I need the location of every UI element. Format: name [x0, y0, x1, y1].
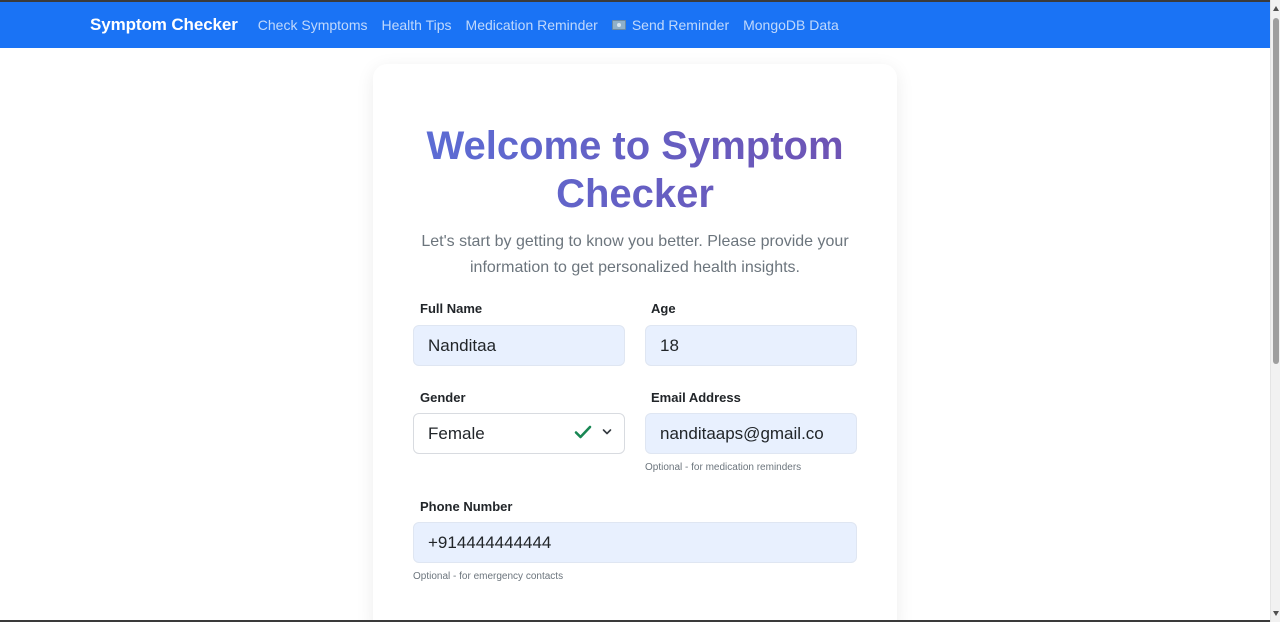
scroll-up-arrow-icon[interactable] — [1273, 6, 1279, 11]
phone-label: Phone Number — [420, 499, 513, 514]
full-name-label: Full Name — [420, 301, 483, 316]
nav-medication-reminder[interactable]: Medication Reminder — [466, 17, 598, 33]
phone-input[interactable]: +914444444444 — [413, 522, 857, 563]
nav-health-tips[interactable]: Health Tips — [381, 17, 451, 33]
valid-check-icon — [574, 425, 592, 439]
phone-hint: Optional - for emergency contacts — [413, 571, 564, 582]
scroll-thumb[interactable] — [1273, 18, 1279, 364]
welcome-card: Welcome to Symptom Checker Let's start b… — [373, 64, 897, 622]
chevron-down-icon — [602, 429, 612, 435]
top-navbar: Symptom Checker Check Symptoms Health Ti… — [0, 0, 1270, 48]
gender-select[interactable]: Female — [413, 413, 625, 454]
page-scrollbar[interactable] — [1270, 0, 1280, 622]
nav-send-reminder[interactable]: Send Reminder — [611, 17, 730, 33]
nav-mongodb-data[interactable]: MongoDB Data — [743, 17, 839, 33]
email-hint: Optional - for medication reminders — [645, 462, 802, 473]
page-subtitle: Let's start by getting to know you bette… — [421, 233, 849, 276]
gender-label: Gender — [420, 390, 466, 405]
gender-selected-value: Female — [428, 423, 485, 443]
age-input[interactable]: 18 — [645, 325, 857, 366]
nav-send-reminder-label: Send Reminder — [631, 17, 730, 33]
brand-link[interactable]: Symptom Checker — [90, 15, 238, 35]
nav-check-symptoms[interactable]: Check Symptoms — [258, 17, 368, 33]
email-label: Email Address — [651, 390, 741, 405]
full-name-input[interactable]: Nanditaa — [413, 325, 625, 366]
scroll-down-arrow-icon[interactable] — [1273, 611, 1279, 616]
email-input[interactable]: nanditaaps@gmail.co — [645, 413, 857, 454]
age-label: Age — [651, 301, 676, 316]
page-title: Welcome to Symptom Checker — [373, 122, 897, 218]
envelope-emoji-icon — [611, 20, 626, 30]
